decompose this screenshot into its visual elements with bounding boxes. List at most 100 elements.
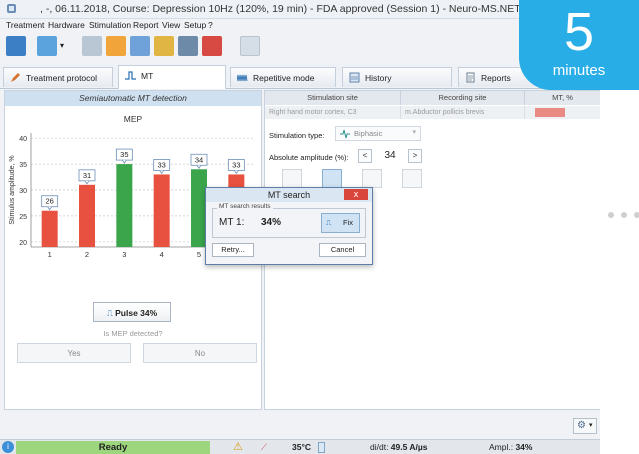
badge-number: 5	[563, 2, 595, 62]
menu-treatment[interactable]: Treatment	[6, 20, 44, 30]
window-title: , -, 06.11.2018, Course: Depression 10Hz…	[40, 3, 521, 15]
data-label: 33	[232, 160, 240, 169]
info-icon[interactable]: i	[2, 441, 14, 453]
mt-label: MT 1:	[219, 217, 245, 228]
y-tick-label: 35	[19, 162, 27, 169]
menu-bar: Treatment Hardware Stimulation Report Vi…	[0, 19, 600, 33]
status-ready: Ready	[16, 441, 210, 454]
amplitude-increase-button[interactable]: >	[408, 149, 422, 163]
yes-button[interactable]: Yes	[17, 343, 131, 363]
tab-treatment-protocol[interactable]: Treatment protocol	[3, 67, 113, 87]
amplitude-label: Absolute amplitude (%):	[269, 153, 349, 162]
pulse-label: Pulse 34%	[115, 308, 158, 318]
x-tick-label: 5	[197, 250, 201, 259]
menu-report[interactable]: Report	[133, 20, 159, 30]
tab-label: MT	[141, 71, 154, 81]
bar	[41, 210, 58, 247]
retry-button[interactable]: Retry...	[212, 243, 254, 257]
coil-temp-icon: ⟋	[261, 442, 267, 452]
tab-bar: Treatment protocol MT Repetitive mode Hi…	[0, 64, 600, 89]
paired-pulse-mode-button[interactable]	[322, 169, 342, 188]
x-tick-label: 4	[160, 250, 164, 259]
pulse-icon: ⎍	[106, 308, 116, 318]
stim-type-value: Biphasic	[354, 129, 383, 138]
didt-readout: di/dt: 49.5 A/µs	[370, 441, 428, 454]
menu-help[interactable]: ?	[208, 20, 213, 30]
pencil-icon	[11, 73, 20, 82]
data-label: 26	[45, 197, 53, 206]
tab-label: Reports	[481, 73, 511, 83]
y-tick-label: 40	[19, 136, 27, 143]
biphasic-icon	[340, 129, 350, 139]
mt-value: 34%	[261, 217, 282, 228]
new-course-icon[interactable]	[6, 36, 26, 56]
y-tick-label: 30	[19, 188, 27, 195]
protocol-icon[interactable]	[178, 36, 198, 56]
tab-repetitive-mode[interactable]: Repetitive mode	[230, 67, 336, 87]
search-mode-button[interactable]	[362, 169, 382, 188]
refresh-icon[interactable]	[240, 36, 260, 56]
gear-icon: ⚙	[577, 420, 586, 431]
tab-history[interactable]: History	[342, 67, 452, 87]
data-label-pointer	[159, 170, 164, 175]
stim-type-label: Stimulation type:	[269, 131, 325, 140]
chevron-down-icon[interactable]: ▾	[60, 36, 68, 56]
menu-hardware[interactable]: Hardware	[48, 20, 85, 30]
cancel-button[interactable]: Cancel	[319, 243, 366, 257]
menu-view[interactable]: View	[162, 20, 180, 30]
pulse-icon	[125, 71, 136, 80]
fix-label: Fix	[343, 218, 353, 227]
single-pulse-mode-button[interactable]	[282, 169, 302, 188]
tab-label: History	[365, 73, 392, 83]
row-stim-site[interactable]: Right hand motor cortex, C3	[265, 106, 401, 119]
settings-button[interactable]: ⚙ ▾	[573, 418, 597, 434]
coil-icon[interactable]	[82, 36, 102, 56]
bar	[116, 164, 133, 247]
data-label-pointer	[234, 170, 239, 175]
ampl-value: 34%	[515, 442, 533, 452]
data-label-pointer	[47, 206, 52, 211]
badge-unit: minutes	[552, 62, 606, 79]
amplitude-decrease-button[interactable]: <	[358, 149, 372, 163]
chevron-down-icon: ▾	[412, 129, 416, 136]
pulse-train-icon	[237, 74, 248, 82]
menu-setup[interactable]: Setup	[184, 20, 206, 30]
mep-question: Is MEP detected?	[103, 329, 163, 338]
data-label-pointer	[84, 180, 90, 185]
col-rec-site: Recording site	[401, 91, 525, 105]
data-label: 34	[195, 155, 203, 164]
save-icon[interactable]	[130, 36, 150, 56]
toolbar: ▾	[0, 34, 600, 60]
no-button[interactable]: No	[143, 343, 257, 363]
pulse-button[interactable]: ⎍ Pulse 34%	[93, 302, 171, 322]
open-folder-icon[interactable]	[106, 36, 126, 56]
amplitude-readout: Ampl.: 34%	[489, 441, 532, 454]
patient-icon[interactable]	[37, 36, 57, 56]
amplitude-value[interactable]: 34	[375, 149, 405, 163]
tab-label: Treatment protocol	[26, 73, 98, 83]
mt-search-dialog: MT search x MT search results MT 1: 34% …	[205, 187, 373, 265]
title-bar: , -, 06.11.2018, Course: Depression 10Hz…	[0, 0, 600, 19]
app-window: , -, 06.11.2018, Course: Depression 10Hz…	[0, 0, 600, 454]
warning-icon[interactable]: ⚠	[233, 441, 243, 454]
y-tick-label: 25	[19, 214, 27, 221]
delete-icon[interactable]	[202, 36, 222, 56]
fix-button[interactable]: ⎍ Fix	[321, 213, 360, 233]
row-mt[interactable]	[525, 106, 600, 119]
close-button[interactable]: x	[344, 189, 368, 200]
x-tick-label: 2	[85, 250, 89, 259]
duration-badge: 5 minutes	[519, 0, 639, 90]
bar	[79, 184, 95, 247]
tab-mt[interactable]: MT	[118, 65, 226, 89]
didt-value: 49.5 A/µs	[390, 442, 428, 452]
menu-stimulation[interactable]: Stimulation	[89, 20, 131, 30]
fix-icon: ⎍	[326, 218, 332, 227]
row-rec-site[interactable]: m.Abductor pollicis brevis	[401, 106, 525, 119]
cancel-mode-button[interactable]	[402, 169, 422, 188]
col-stim-site: Stimulation site	[265, 91, 401, 105]
export-icon[interactable]	[154, 36, 174, 56]
app-icon	[7, 4, 16, 13]
stim-type-select[interactable]: Biphasic ▾	[335, 126, 421, 141]
y-tick-label: 20	[19, 240, 27, 247]
tab-label: Repetitive mode	[253, 73, 315, 83]
